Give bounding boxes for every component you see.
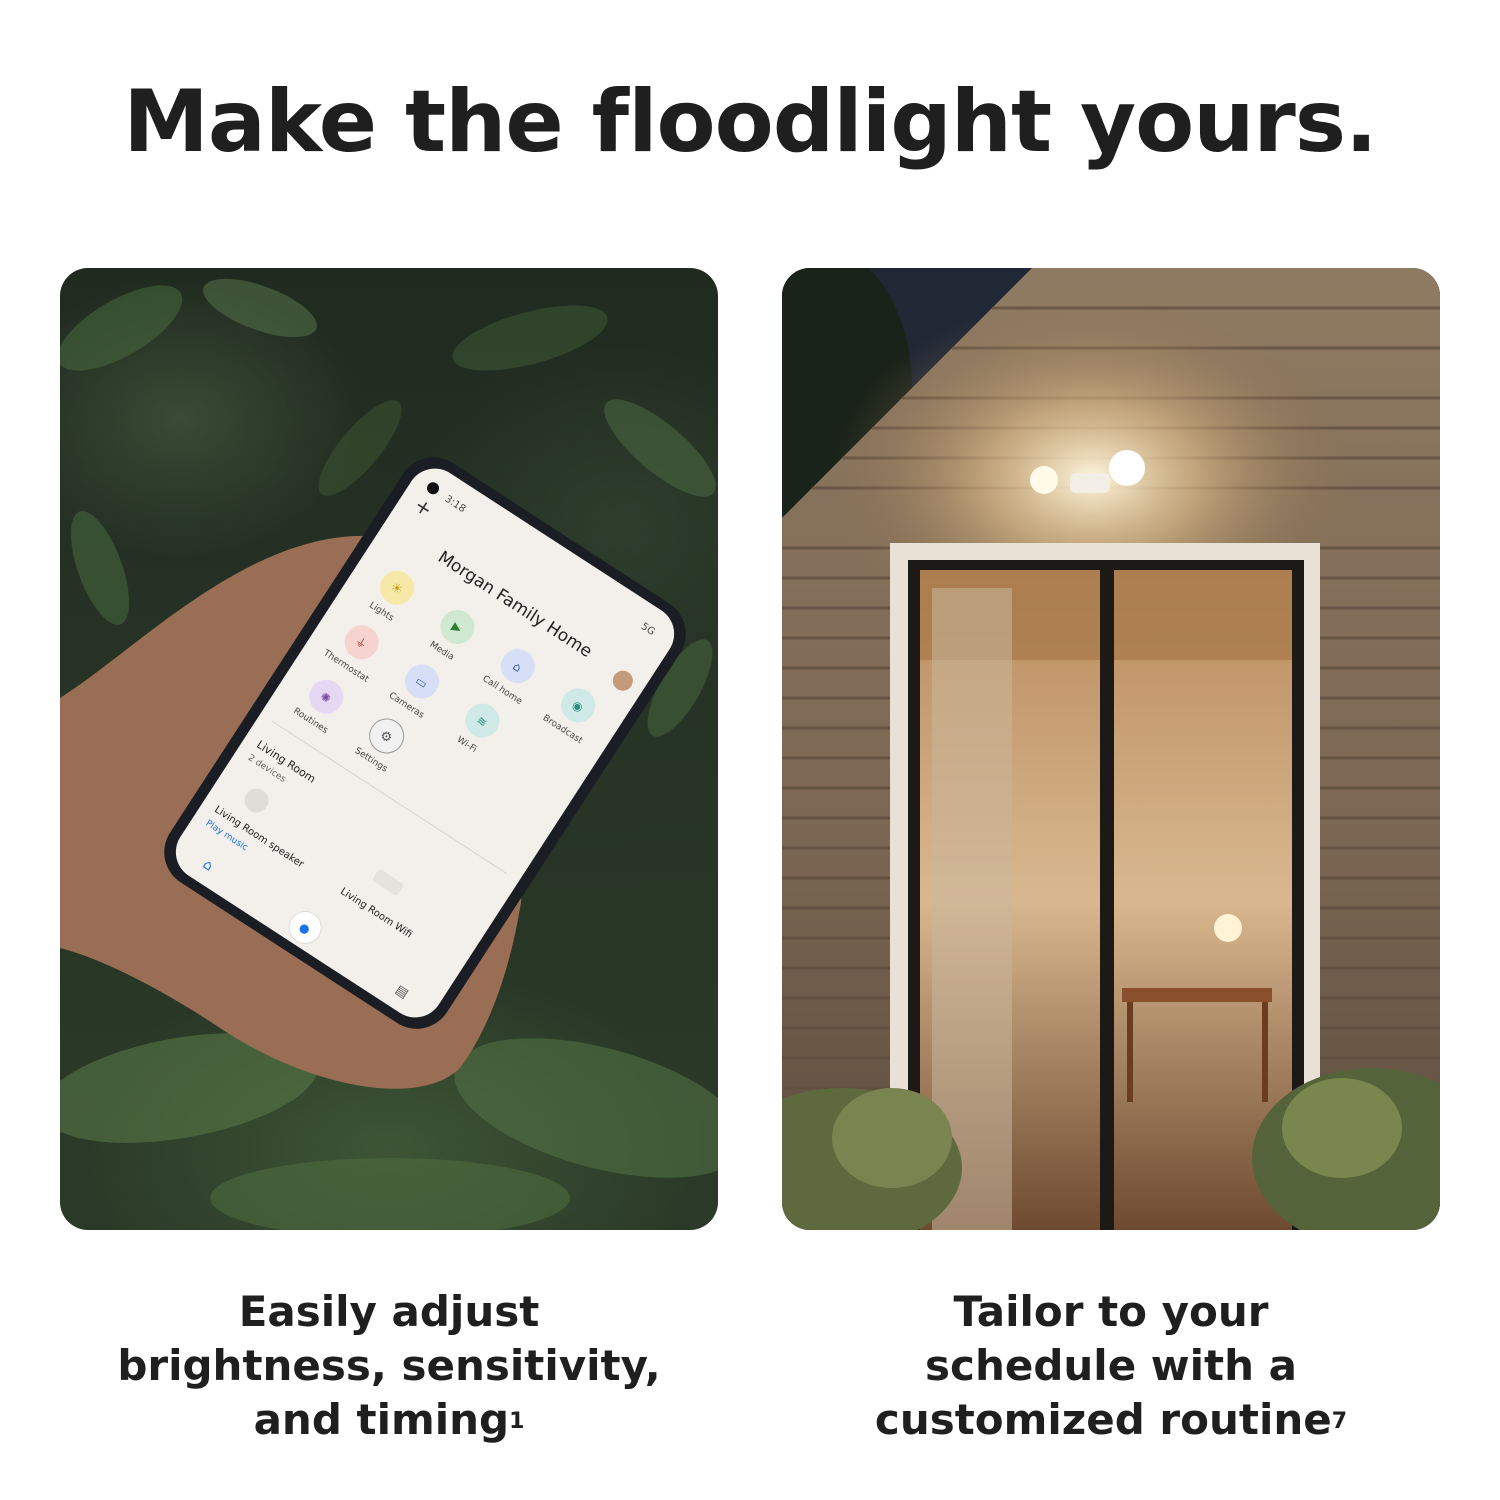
caption-right-line1: Tailor to your — [953, 1287, 1269, 1336]
caption-left-line3: and timing — [253, 1395, 510, 1444]
caption-left-line2: brightness, sensitivity, — [117, 1341, 661, 1390]
caption-right: Tailor to your schedule with a customize… — [782, 1285, 1440, 1447]
desk-lamp — [1214, 914, 1242, 942]
footnote-marker: 1 — [509, 1409, 525, 1434]
photo-phone-app: 3:18 5G + Morgan Family Home ☀ Lights ▶ … — [60, 268, 718, 1230]
caption-left: Easily adjust brightness, sensitivity, a… — [60, 1285, 718, 1447]
door-mullion — [1100, 560, 1114, 1230]
headline: Make the floodlight yours. — [123, 72, 1377, 172]
caption-right-line2: schedule with a — [925, 1341, 1297, 1390]
desk — [1122, 988, 1272, 1002]
caption-left-line1: Easily adjust — [238, 1287, 540, 1336]
footnote-marker: 7 — [1331, 1409, 1348, 1434]
caption-right-line3: customized routine — [874, 1395, 1332, 1444]
photo-house-floodlight — [782, 268, 1440, 1230]
house-scene — [782, 268, 1440, 1230]
phone-scene: 3:18 5G + Morgan Family Home ☀ Lights ▶ … — [60, 278, 718, 1230]
